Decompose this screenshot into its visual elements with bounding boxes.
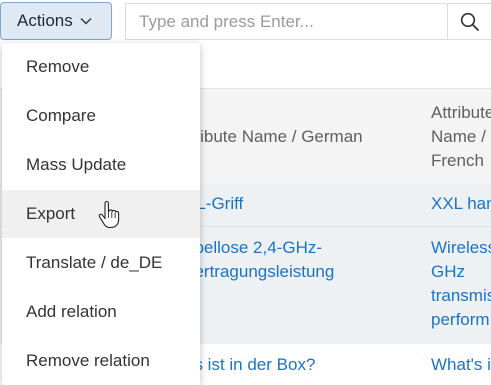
- search-icon: [460, 12, 480, 32]
- chevron-down-icon: [80, 17, 92, 25]
- search-input[interactable]: [125, 3, 455, 40]
- cell-german[interactable]: XL-Griff: [185, 192, 425, 216]
- page: Actions ttribute Name / German Attribute…: [0, 0, 491, 385]
- actions-button-label: Actions: [17, 11, 73, 30]
- hand-pointer-icon: [98, 200, 120, 229]
- column-header-french-line: Name /: [431, 127, 486, 146]
- column-header-french-line: French: [431, 151, 484, 170]
- actions-button[interactable]: Actions: [0, 2, 112, 40]
- cell-line: bertragungsleistung: [185, 262, 335, 281]
- cell-line: abellose 2,4-GHz-: [185, 238, 323, 257]
- menu-item-label: Add relation: [26, 302, 117, 321]
- menu-item-label: Export: [26, 204, 76, 223]
- column-header-french-line: Attribute: [431, 103, 491, 122]
- cell-line: perform: [431, 310, 490, 329]
- menu-item-label: Mass Update: [26, 155, 127, 174]
- menu-item-remove-relation[interactable]: Remove relation: [2, 337, 200, 385]
- cell-french[interactable]: XXL han: [431, 192, 491, 216]
- menu-item-label: Translate / de_DE: [26, 253, 163, 272]
- column-header-french[interactable]: Attribute Name / French: [431, 101, 491, 173]
- menu-item-compare[interactable]: Compare: [2, 92, 200, 140]
- menu-item-label: Remove: [26, 57, 90, 76]
- cell-french[interactable]: What's i: [431, 353, 491, 377]
- menu-item-mass-update[interactable]: Mass Update: [2, 141, 200, 189]
- menu-item-remove[interactable]: Remove: [2, 43, 200, 91]
- cell-french[interactable]: Wireless GHz transmis perform: [431, 236, 491, 332]
- cell-german[interactable]: abellose 2,4-GHz- bertragungsleistung: [185, 236, 425, 284]
- cell-line: transmis: [431, 286, 491, 305]
- search-button[interactable]: [447, 3, 491, 40]
- cell-line: GHz: [431, 262, 465, 281]
- menu-item-label: Compare: [26, 106, 96, 125]
- menu-item-label: Remove relation: [26, 351, 150, 370]
- cell-german[interactable]: as ist in der Box?: [185, 353, 425, 377]
- menu-item-translate[interactable]: Translate / de_DE: [2, 239, 200, 287]
- menu-item-add-relation[interactable]: Add relation: [2, 288, 200, 336]
- column-header-german[interactable]: ttribute Name / German: [185, 125, 363, 149]
- cell-line: Wireless: [431, 238, 491, 257]
